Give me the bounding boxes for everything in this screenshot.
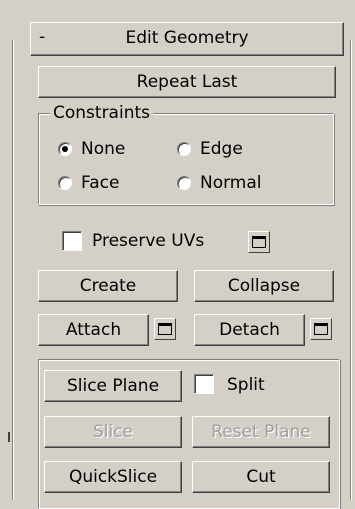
constraint-edge-radio[interactable]: Edge [177,138,243,160]
detach-label: Detach [219,320,280,340]
radio-checked-icon [58,142,72,156]
constraint-face-label: Face [81,173,120,193]
settings-icon [252,236,266,248]
create-button[interactable]: Create [38,270,178,302]
preserve-uvs-settings-button[interactable] [248,231,270,253]
panel-left-tick [8,432,10,442]
slice-plane-button[interactable]: Slice Plane [44,370,182,402]
preserve-uvs-checkbox[interactable] [62,231,82,251]
split-checkbox[interactable] [194,374,214,394]
attach-button[interactable]: Attach [38,314,149,346]
slice-button[interactable]: Slice [44,416,182,448]
split-label[interactable]: Split [227,374,265,396]
collapse-button[interactable]: Collapse [194,270,334,302]
constraint-none-radio[interactable]: None [58,138,125,160]
radio-unchecked-icon [177,176,191,190]
detach-button[interactable]: Detach [194,314,305,346]
reset-plane-button[interactable]: Reset Plane [192,416,330,448]
constraint-normal-radio[interactable]: Normal [177,172,262,194]
quickslice-label: QuickSlice [68,467,158,487]
constraint-none-label: None [81,139,126,159]
repeat-last-label: Repeat Last [136,72,238,92]
preserve-uvs-label[interactable]: Preserve UVs [92,230,204,252]
quickslice-button[interactable]: QuickSlice [44,461,182,493]
collapse-label: Collapse [227,276,301,296]
attach-settings-button[interactable] [154,318,176,340]
repeat-last-button[interactable]: Repeat Last [38,66,336,98]
detach-settings-button[interactable] [310,318,332,340]
radio-unchecked-icon [58,176,72,190]
constraint-edge-label: Edge [200,139,243,159]
constraint-face-radio[interactable]: Face [58,172,119,194]
rollout-header-edit-geometry[interactable]: - Edit Geometry [30,22,344,56]
reset-plane-label: Reset Plane [211,422,311,442]
attach-label: Attach [65,320,122,340]
panel-right-edge [350,40,352,500]
panel-left-edge [12,40,14,500]
rollout-title: Edit Geometry [125,28,249,48]
radio-unchecked-icon [177,142,191,156]
constraint-normal-label: Normal [200,173,262,193]
settings-icon [158,323,172,335]
constraints-legend: Constraints [50,103,153,123]
slice-plane-label: Slice Plane [66,376,160,396]
cut-label: Cut [246,467,276,487]
cut-button[interactable]: Cut [192,461,330,493]
create-label: Create [79,276,137,296]
slice-label: Slice [92,422,134,442]
settings-icon [314,323,328,335]
